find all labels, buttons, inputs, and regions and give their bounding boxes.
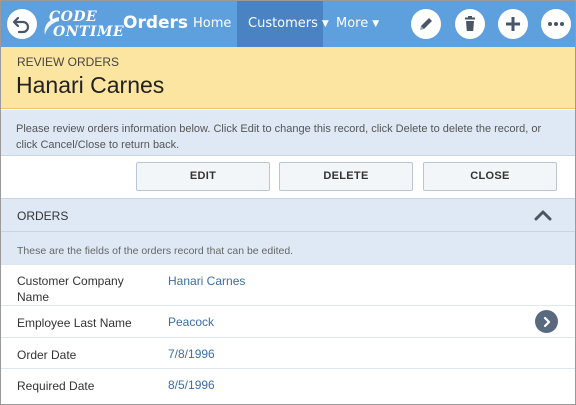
code-on-time-logo[interactable]: CODE ONTIME — [41, 9, 124, 41]
nav-more[interactable]: More ▼ — [325, 1, 390, 47]
delete-toolbar-button[interactable] — [455, 9, 485, 39]
nav-home-label: Home — [193, 16, 232, 31]
page-title: Orders — [123, 13, 189, 33]
add-toolbar-button[interactable] — [498, 9, 528, 39]
section-description: These are the fields of the orders recor… — [1, 232, 575, 264]
nav-customers[interactable]: Customers ▼ — [237, 1, 329, 47]
navigate-button[interactable] — [535, 310, 558, 333]
pencil-icon — [420, 18, 432, 30]
field-row: Customer Company Name Hanari Carnes — [1, 264, 575, 305]
trash-icon — [465, 16, 475, 31]
field-label: Order Date — [17, 348, 77, 362]
app-window: CODE ONTIME Orders Home Customers ▼ More ▼ — [0, 0, 576, 405]
edit-toolbar-button[interactable] — [411, 9, 441, 39]
field-label: Employee Last Name — [17, 316, 132, 330]
field-value-link[interactable]: Peacock — [168, 315, 214, 329]
field-label: Required Date — [17, 379, 95, 393]
back-button[interactable] — [7, 9, 37, 39]
record-header: REVIEW ORDERS Hanari Carnes — [1, 47, 575, 109]
record-title: Hanari Carnes — [16, 72, 165, 98]
chevron-right-icon — [543, 316, 550, 327]
field-value-link[interactable]: 7/8/1996 — [168, 347, 215, 361]
delete-button[interactable]: DELETE — [279, 162, 413, 191]
field-row: Order Date 7/8/1996 — [1, 337, 575, 368]
page-description: Please review orders information below. … — [1, 110, 575, 156]
orders-section-header[interactable]: ORDERS — [1, 198, 575, 232]
field-label: Customer Company Name — [17, 274, 124, 304]
nav-home[interactable]: Home — [182, 1, 242, 47]
nav-customers-label: Customers — [248, 16, 318, 31]
logo-text-ontime: ONTIME — [53, 24, 125, 40]
logo-text-code: CODE — [49, 9, 98, 25]
action-bar: EDIT DELETE CLOSE — [1, 156, 575, 198]
top-bar: CODE ONTIME Orders Home Customers ▼ More ▼ — [1, 1, 575, 47]
field-value-link[interactable]: 8/5/1996 — [168, 378, 215, 392]
ellipsis-icon — [548, 22, 564, 26]
field-row: Employee Last Name Peacock — [1, 305, 575, 337]
plus-icon — [506, 17, 520, 31]
chevron-up-icon[interactable] — [534, 208, 552, 222]
back-arrow-icon — [12, 16, 30, 34]
nav-more-label: More — [336, 16, 369, 31]
section-title: ORDERS — [17, 209, 69, 223]
header-label: REVIEW ORDERS — [17, 55, 120, 69]
chevron-down-icon: ▼ — [372, 19, 380, 29]
field-row: Required Date 8/5/1996 — [1, 368, 575, 404]
field-value-link[interactable]: Hanari Carnes — [168, 274, 245, 288]
edit-button[interactable]: EDIT — [136, 162, 270, 191]
close-button[interactable]: CLOSE — [423, 162, 557, 191]
more-toolbar-button[interactable] — [541, 9, 571, 39]
